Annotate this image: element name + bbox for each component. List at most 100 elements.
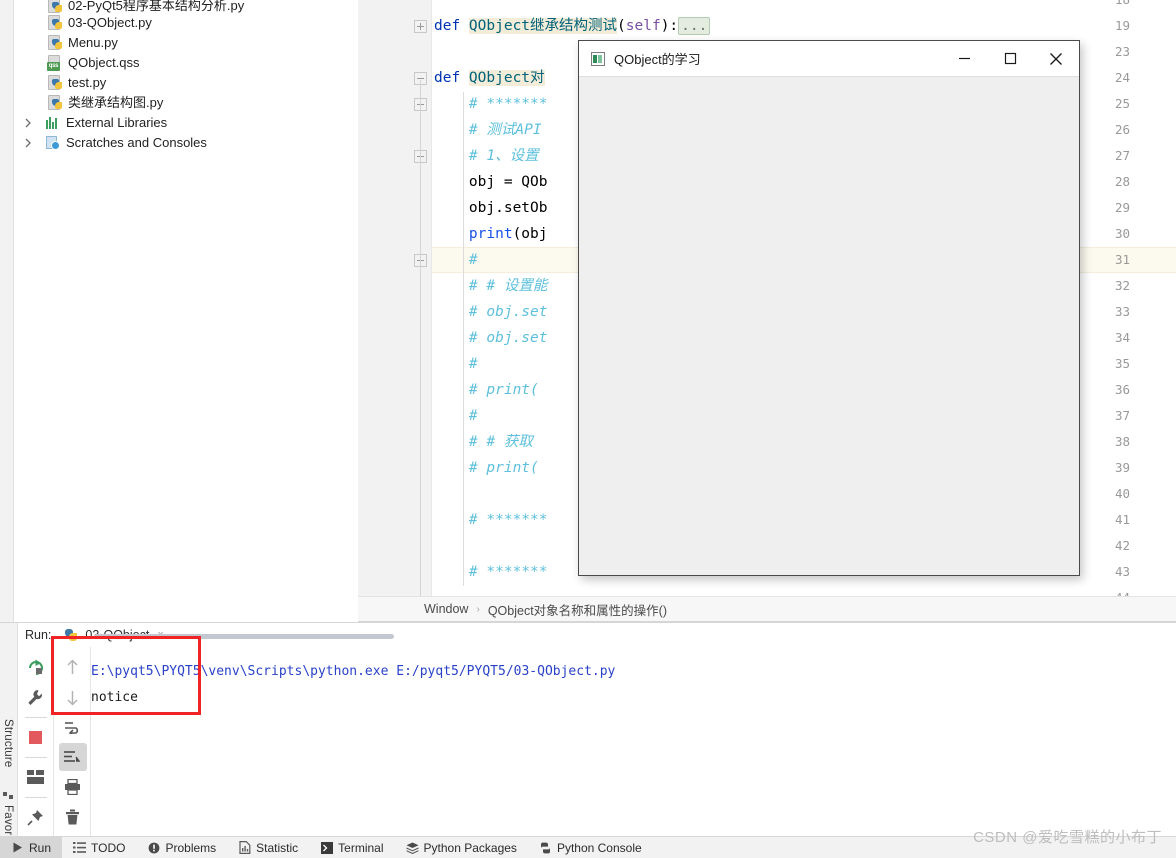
code-line[interactable]: #	[434, 403, 478, 429]
line-number: 39	[1114, 460, 1130, 475]
status-bar-item-todo[interactable]: TODO	[62, 837, 136, 858]
code-token: obj.setOb	[434, 200, 548, 216]
code-line[interactable]: def QObject对	[434, 65, 545, 91]
console-output[interactable]: E:\pyqt5\PYQT5\venv\Scripts\python.exe E…	[91, 653, 1176, 837]
tree-item-label: test.py	[68, 75, 107, 90]
close-button[interactable]	[1033, 41, 1079, 77]
console-actions-toolbar[interactable]	[55, 647, 91, 837]
code-line[interactable]: #	[434, 351, 478, 377]
line-number: 41	[1114, 512, 1130, 527]
tree-item[interactable]: qss QObject.qss	[46, 53, 140, 73]
status-bar-item-label: Terminal	[338, 840, 384, 855]
line-number: 24	[1114, 70, 1130, 85]
line-number: 43	[1114, 564, 1130, 579]
code-token: # *******	[434, 512, 548, 528]
tree-item[interactable]: 类继承结构图.py	[46, 93, 163, 113]
rerun-icon[interactable]	[22, 653, 50, 681]
trash-icon[interactable]	[59, 803, 87, 831]
code-token: print	[468, 226, 513, 242]
tree-item[interactable]: test.py	[46, 73, 106, 93]
code-token: # *******	[434, 564, 548, 580]
fold-expand-icon[interactable]	[414, 20, 427, 33]
code-line[interactable]: # print(	[434, 455, 539, 481]
left-tool-rail: Structure Favorites	[0, 623, 18, 854]
settings-wrench-icon[interactable]	[22, 683, 50, 711]
code-line[interactable]: obj = QOb	[434, 169, 548, 195]
code-line[interactable]: # obj.set	[434, 299, 548, 325]
status-bar-item-run[interactable]: Run	[0, 836, 63, 858]
python-file-icon	[65, 628, 80, 643]
pin-icon[interactable]	[22, 803, 50, 831]
tree-item[interactable]: Menu.py	[46, 33, 118, 53]
todo-list-icon	[73, 841, 87, 854]
scroll-to-end-icon[interactable]	[58, 743, 87, 771]
code-token: (	[617, 18, 626, 34]
minimize-button[interactable]	[941, 41, 987, 77]
print-icon[interactable]	[59, 773, 87, 801]
code-line[interactable]: # *******	[434, 91, 548, 117]
maximize-button[interactable]	[987, 41, 1033, 77]
code-line[interactable]: #	[434, 247, 478, 273]
line-number: 35	[1114, 356, 1130, 371]
status-bar-item-label: Run	[29, 840, 52, 855]
code-line[interactable]: # *******	[434, 507, 548, 533]
code-line[interactable]: # *******	[434, 559, 548, 585]
line-number: 19	[1114, 18, 1130, 33]
line-number: 40	[1114, 486, 1130, 501]
line-number: 26	[1114, 122, 1130, 137]
layout-icon[interactable]	[22, 763, 50, 791]
structure-icon	[3, 789, 15, 801]
status-bar-item-label: TODO	[91, 840, 126, 855]
project-panel-left-strip	[0, 0, 14, 622]
statistic-icon	[238, 841, 251, 854]
soft-wrap-icon[interactable]	[59, 713, 87, 741]
status-bar-item-problems[interactable]: Problems	[136, 837, 227, 858]
structure-tool-button[interactable]: Structure	[2, 719, 14, 767]
line-number: 23	[1114, 44, 1130, 59]
breadcrumb-leaf[interactable]: QObject对象名称和属性的操作()	[488, 600, 667, 619]
breadcrumb[interactable]: Window › QObject对象名称和属性的操作()	[358, 596, 1176, 622]
code-token: obj = QOb	[434, 174, 548, 190]
qobject-demo-window[interactable]: QObject的学习	[578, 40, 1080, 576]
code-line[interactable]: # # 获取	[434, 429, 533, 455]
code-token: ...	[678, 17, 711, 35]
code-token: # obj.set	[434, 330, 548, 346]
project-tool-window[interactable]: 02-PyQt5程序基本结构分析.py 03-QObject.py Menu.py q…	[0, 0, 358, 622]
arrow-down-icon[interactable]	[59, 683, 87, 711]
fold-stem	[420, 80, 421, 150]
status-bar-item-python-console[interactable]: Python Console	[528, 837, 653, 858]
breadcrumb-root[interactable]: Window	[424, 602, 468, 616]
tree-item-label: External Libraries	[66, 115, 168, 130]
tree-item[interactable]: 03-QObject.py	[46, 13, 152, 33]
chevron-right-icon[interactable]	[20, 115, 36, 131]
code-line[interactable]: # 测试API	[434, 117, 542, 143]
tree-item[interactable]: External Libraries	[20, 113, 167, 133]
code-token: QObject继承结构测试	[468, 18, 618, 34]
tree-item-label: 类继承结构图.py	[68, 95, 164, 110]
window-titlebar[interactable]: QObject的学习	[579, 41, 1079, 77]
code-line[interactable]: obj.setOb	[434, 195, 548, 221]
code-line[interactable]: # # 设置能	[434, 273, 547, 299]
code-line[interactable]: print(obj	[434, 221, 548, 247]
tree-item-label: Scratches and Consoles	[66, 135, 207, 150]
code-line[interactable]: def QObject继承结构测试(self):...	[434, 13, 711, 39]
status-bar-item-python-packages[interactable]: Python Packages	[395, 837, 528, 858]
run-actions-toolbar[interactable]	[18, 647, 54, 837]
code-line[interactable]: # print(	[434, 377, 539, 403]
status-bar-item-statistic[interactable]: Statistic	[227, 837, 309, 858]
line-number: 28	[1114, 174, 1130, 189]
tree-item[interactable]: Scratches and Consoles	[20, 133, 207, 153]
qss-file-icon: qss	[46, 54, 64, 72]
toolbar-divider	[24, 717, 47, 718]
status-bar-item-label: Python Packages	[423, 840, 517, 855]
run-tool-window[interactable]: Run: 03-QObject × Structure Favorites	[0, 622, 1176, 854]
status-bar-item-label: Problems	[165, 840, 217, 855]
status-bar-item-terminal[interactable]: Terminal	[309, 837, 394, 858]
arrow-up-icon[interactable]	[59, 653, 87, 681]
code-line[interactable]: # 1、设置	[434, 143, 539, 169]
console-horizontal-scrollbar[interactable]	[94, 634, 394, 639]
code-line[interactable]: # obj.set	[434, 325, 548, 351]
stop-icon[interactable]	[22, 723, 50, 751]
line-number: 34	[1114, 330, 1130, 345]
chevron-right-icon[interactable]	[20, 135, 36, 151]
